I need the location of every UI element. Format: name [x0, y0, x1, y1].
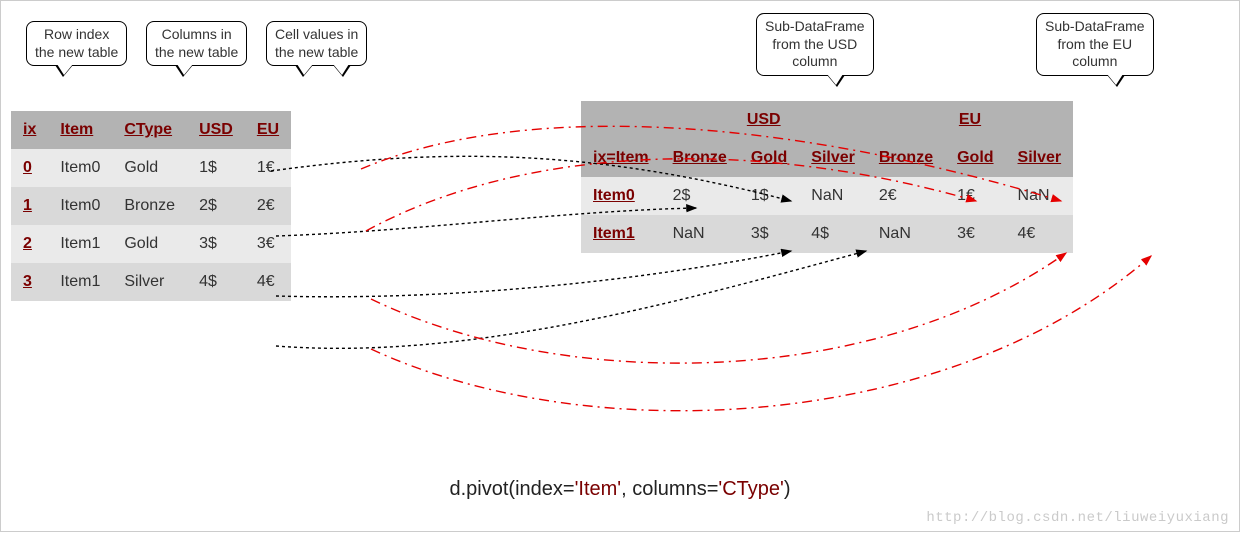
- callout-sub-usd-text: Sub-DataFramefrom the USDcolumn: [765, 18, 865, 69]
- pivot-sub-usd-bronze: Bronze: [661, 139, 739, 177]
- pivot-sub-eu-bronze: Bronze: [867, 139, 945, 177]
- source-header-ctype: CType: [112, 111, 187, 149]
- table-row: 3 Item1 Silver 4$ 4€: [11, 263, 291, 301]
- table-row: Item0 2$ 1$ NaN 2€ 1€ NaN: [581, 177, 1073, 215]
- cell-eu: 1€: [245, 149, 291, 187]
- source-header-ix: ix: [11, 111, 48, 149]
- pivot-index-header: ix=Item: [581, 139, 661, 177]
- cell-ctype: Gold: [112, 149, 187, 187]
- cell-ix: 0: [11, 149, 48, 187]
- cell-ctype: Gold: [112, 225, 187, 263]
- cell: 1$: [739, 177, 799, 215]
- cell-ctype: Bronze: [112, 187, 187, 225]
- cell-ix: 2: [11, 225, 48, 263]
- cell: 2$: [661, 177, 739, 215]
- cell-eu: 4€: [245, 263, 291, 301]
- code-expression: d.pivot(index='Item', columns='CType'): [1, 478, 1239, 501]
- callout-sub-eu-text: Sub-DataFramefrom the EUcolumn: [1045, 18, 1145, 69]
- pivot-corner-blank: [581, 101, 661, 139]
- cell: 3€: [945, 215, 1005, 253]
- table-row: 2 Item1 Gold 3$ 3€: [11, 225, 291, 263]
- cell: 1€: [945, 177, 1005, 215]
- callout-columns-text: Columns inthe new table: [155, 26, 238, 60]
- callout-cell-values: Cell values inthe new table: [266, 21, 367, 66]
- table-row: Item1 NaN 3$ 4$ NaN 3€ 4€: [581, 215, 1073, 253]
- cell-usd: 1$: [187, 149, 245, 187]
- pivot-subheader-row: ix=Item Bronze Gold Silver Bronze Gold S…: [581, 139, 1073, 177]
- watermark-text: http://blog.csdn.net/liuweiyuxiang: [926, 510, 1229, 526]
- cell-ctype: Silver: [112, 263, 187, 301]
- pivot-group-usd: USD: [661, 101, 867, 139]
- pivot-sub-usd-gold: Gold: [739, 139, 799, 177]
- pivot-sub-eu-gold: Gold: [945, 139, 1005, 177]
- cell-item: Item0: [48, 187, 112, 225]
- source-header-eu: EU: [245, 111, 291, 149]
- callout-sub-eu: Sub-DataFramefrom the EUcolumn: [1036, 13, 1154, 76]
- callout-row-index-text: Row indexthe new table: [35, 26, 118, 60]
- pivot-index: Item1: [581, 215, 661, 253]
- pivot-sub-eu-silver: Silver: [1006, 139, 1074, 177]
- cell: NaN: [661, 215, 739, 253]
- cell: 3$: [739, 215, 799, 253]
- cell: NaN: [1006, 177, 1074, 215]
- cell: NaN: [867, 215, 945, 253]
- source-table: ix Item CType USD EU 0 Item0 Gold 1$ 1€ …: [11, 111, 291, 301]
- cell-item: Item1: [48, 263, 112, 301]
- code-prefix: d.pivot(index=: [449, 478, 574, 500]
- diagram-canvas: Row indexthe new table Columns inthe new…: [0, 0, 1240, 532]
- cell-item: Item1: [48, 225, 112, 263]
- cell-usd: 3$: [187, 225, 245, 263]
- pivot-sub-usd-silver: Silver: [799, 139, 867, 177]
- cell: 4€: [1006, 215, 1074, 253]
- cell: NaN: [799, 177, 867, 215]
- cell-ix: 3: [11, 263, 48, 301]
- source-header-usd: USD: [187, 111, 245, 149]
- code-mid: , columns=: [621, 478, 718, 500]
- pivot-group-row: USD EU: [581, 101, 1073, 139]
- callout-columns: Columns inthe new table: [146, 21, 247, 66]
- pivot-table: USD EU ix=Item Bronze Gold Silver Bronze…: [581, 101, 1073, 253]
- table-row: 1 Item0 Bronze 2$ 2€: [11, 187, 291, 225]
- cell: 2€: [867, 177, 945, 215]
- callout-row-index: Row indexthe new table: [26, 21, 127, 66]
- pivot-group-eu: EU: [867, 101, 1073, 139]
- callout-cell-values-text: Cell values inthe new table: [275, 26, 358, 60]
- source-header-row: ix Item CType USD EU: [11, 111, 291, 149]
- code-arg-index: 'Item': [575, 478, 622, 500]
- source-header-item: Item: [48, 111, 112, 149]
- table-row: 0 Item0 Gold 1$ 1€: [11, 149, 291, 187]
- cell-item: Item0: [48, 149, 112, 187]
- cell: 4$: [799, 215, 867, 253]
- cell-usd: 2$: [187, 187, 245, 225]
- code-suffix: ): [784, 478, 791, 500]
- cell-eu: 2€: [245, 187, 291, 225]
- cell-eu: 3€: [245, 225, 291, 263]
- code-arg-columns: 'CType': [718, 478, 783, 500]
- cell-usd: 4$: [187, 263, 245, 301]
- cell-ix: 1: [11, 187, 48, 225]
- callout-sub-usd: Sub-DataFramefrom the USDcolumn: [756, 13, 874, 76]
- pivot-index: Item0: [581, 177, 661, 215]
